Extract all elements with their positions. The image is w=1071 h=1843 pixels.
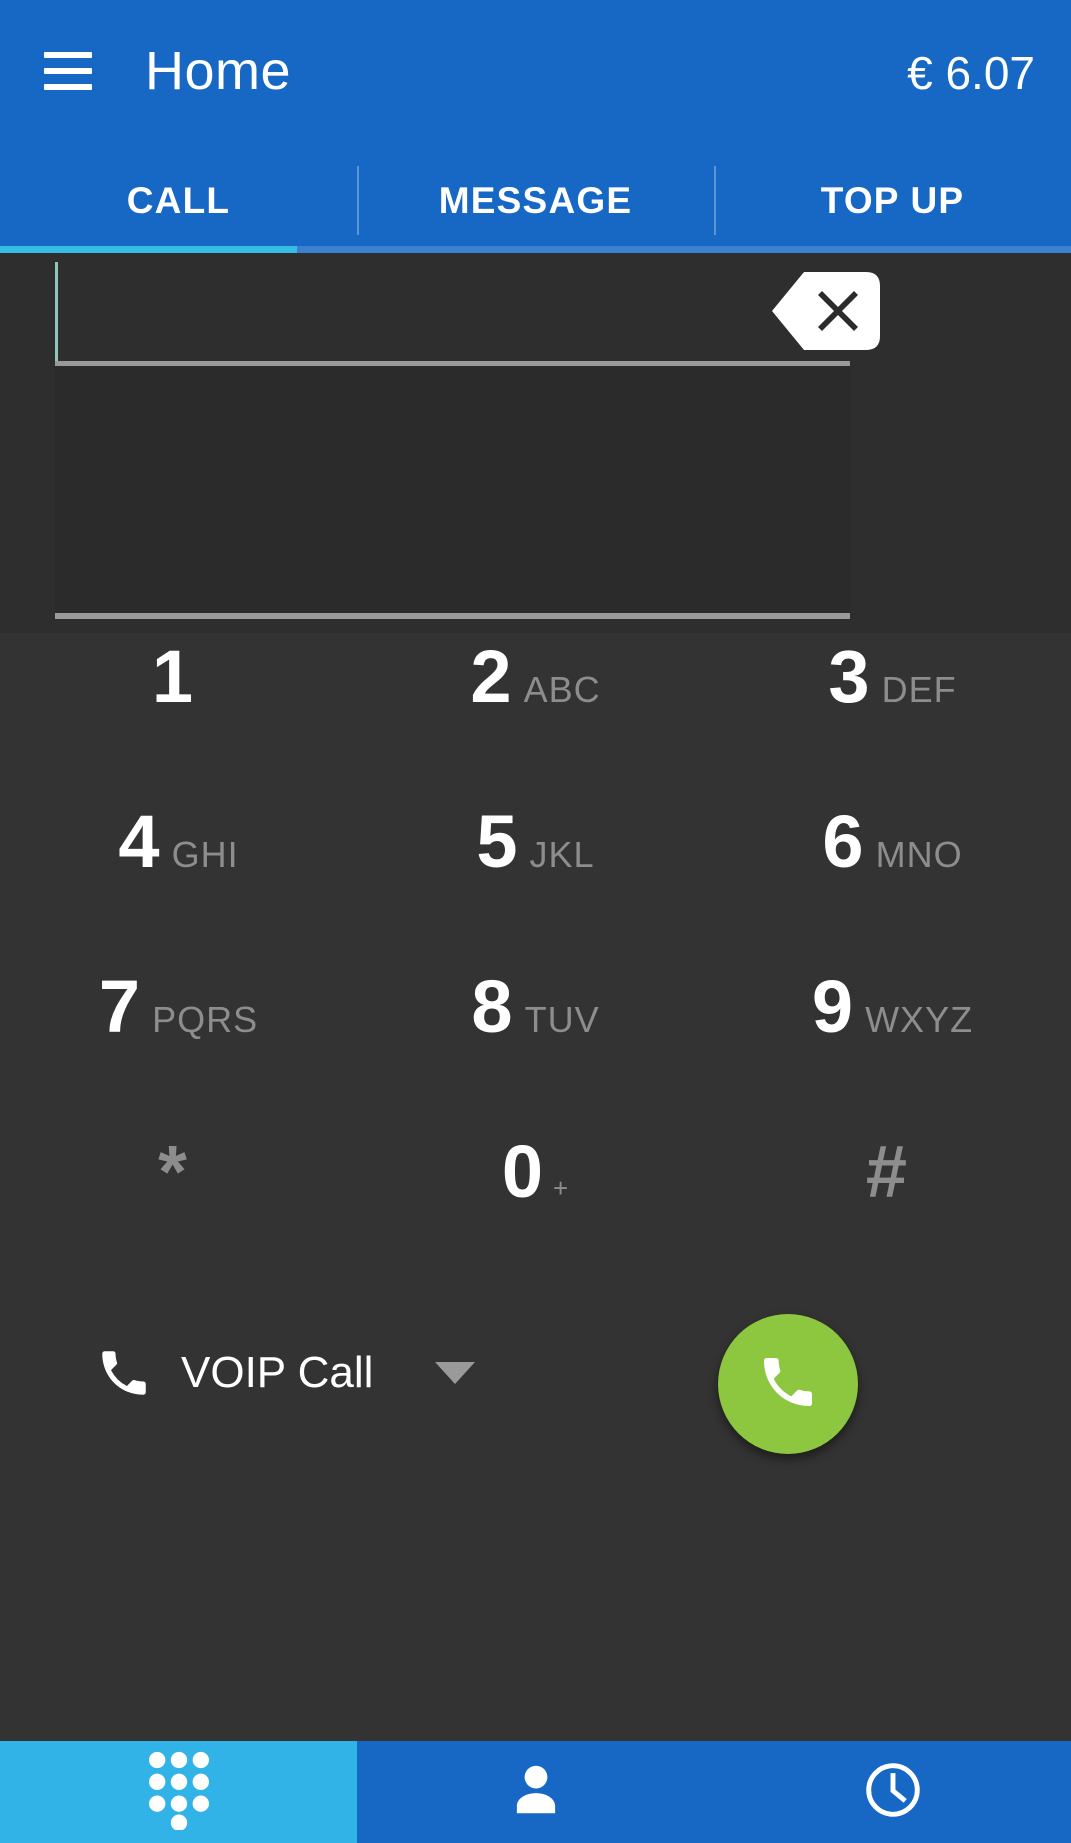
- key-star[interactable]: *: [0, 1135, 357, 1300]
- clock-history-icon: [862, 1759, 924, 1826]
- key-2[interactable]: 2 ABC: [357, 640, 714, 805]
- dialpad-keypad: 1 2 ABC 3 DEF 4 GHI 5 JKL 6 MNO 7 PQRS 8: [0, 640, 1071, 1300]
- tab-call[interactable]: CALL: [0, 148, 357, 253]
- tab-topup-label: TOP UP: [820, 179, 965, 221]
- tab-underline: [297, 246, 1071, 253]
- key-7-digit: 7: [98, 965, 141, 1048]
- tab-call-label: CALL: [126, 179, 231, 221]
- number-display-panel: [55, 366, 850, 616]
- phone-handset-icon: [95, 1344, 153, 1402]
- key-7[interactable]: 7 PQRS: [0, 970, 357, 1135]
- tab-topup[interactable]: TOP UP: [714, 148, 1071, 253]
- key-0-digit: 0: [501, 1130, 543, 1213]
- key-7-letters: PQRS: [152, 999, 259, 1040]
- key-9[interactable]: 9 WXYZ: [714, 970, 1071, 1135]
- key-star-digit: *: [158, 1130, 187, 1213]
- number-display-area: [0, 253, 1071, 633]
- phone-call-icon: [756, 1350, 820, 1419]
- key-9-letters: WXYZ: [865, 999, 974, 1040]
- backspace-icon[interactable]: [770, 270, 880, 352]
- call-action-row: VOIP Call: [0, 1300, 1071, 1475]
- app-screen: Home € 6.07 CALL MESSAGE TOP UP 1 2 ABC …: [0, 0, 1071, 1843]
- key-8-letters: TUV: [524, 999, 600, 1040]
- key-3[interactable]: 3 DEF: [714, 640, 1071, 805]
- person-icon: [505, 1759, 567, 1826]
- key-6-letters: MNO: [875, 834, 963, 875]
- dialpad-icon: [147, 1750, 211, 1835]
- key-4-letters: GHI: [171, 834, 239, 875]
- nav-item-contacts[interactable]: [357, 1741, 714, 1843]
- key-6-digit: 6: [822, 800, 864, 883]
- nav-item-dialpad[interactable]: [0, 1741, 357, 1843]
- key-hash-digit: #: [865, 1130, 908, 1213]
- account-balance: € 6.07: [907, 47, 1035, 99]
- key-1-digit: 1: [151, 635, 194, 718]
- call-button[interactable]: [718, 1314, 858, 1454]
- tab-message-label: MESSAGE: [438, 179, 633, 221]
- key-5-digit: 5: [476, 800, 518, 883]
- key-2-letters: ABC: [523, 669, 601, 710]
- key-5[interactable]: 5 JKL: [357, 805, 714, 970]
- call-type-selector[interactable]: VOIP Call: [95, 1344, 476, 1402]
- caret-down-icon[interactable]: [435, 1362, 476, 1384]
- key-0[interactable]: 0 +: [357, 1135, 714, 1300]
- hamburger-menu-icon[interactable]: [44, 52, 92, 90]
- key-8-digit: 8: [471, 965, 513, 1048]
- app-bar: Home € 6.07: [0, 0, 1071, 148]
- bottom-navigation: [0, 1741, 1071, 1843]
- page-title: Home: [145, 41, 292, 101]
- call-type-label: VOIP Call: [181, 1348, 374, 1397]
- key-5-letters: JKL: [529, 834, 595, 875]
- number-input-row: [55, 262, 880, 361]
- key-9-digit: 9: [811, 965, 854, 1048]
- display-divider-bottom: [55, 613, 850, 619]
- nav-item-history[interactable]: [714, 1741, 1071, 1843]
- phone-number-input[interactable]: [72, 262, 732, 361]
- key-8[interactable]: 8 TUV: [357, 970, 714, 1135]
- key-4-digit: 4: [118, 800, 160, 883]
- tab-message[interactable]: MESSAGE: [357, 148, 714, 253]
- tab-active-indicator: [0, 246, 297, 253]
- key-2-digit: 2: [470, 635, 512, 718]
- key-hash[interactable]: #: [714, 1135, 1071, 1300]
- key-3-digit: 3: [828, 635, 870, 718]
- key-3-letters: DEF: [881, 669, 957, 710]
- key-6[interactable]: 6 MNO: [714, 805, 1071, 970]
- key-1[interactable]: 1: [0, 640, 357, 805]
- key-4[interactable]: 4 GHI: [0, 805, 357, 970]
- tab-bar: CALL MESSAGE TOP UP: [0, 148, 1071, 253]
- key-0-letters: +: [552, 1173, 570, 1203]
